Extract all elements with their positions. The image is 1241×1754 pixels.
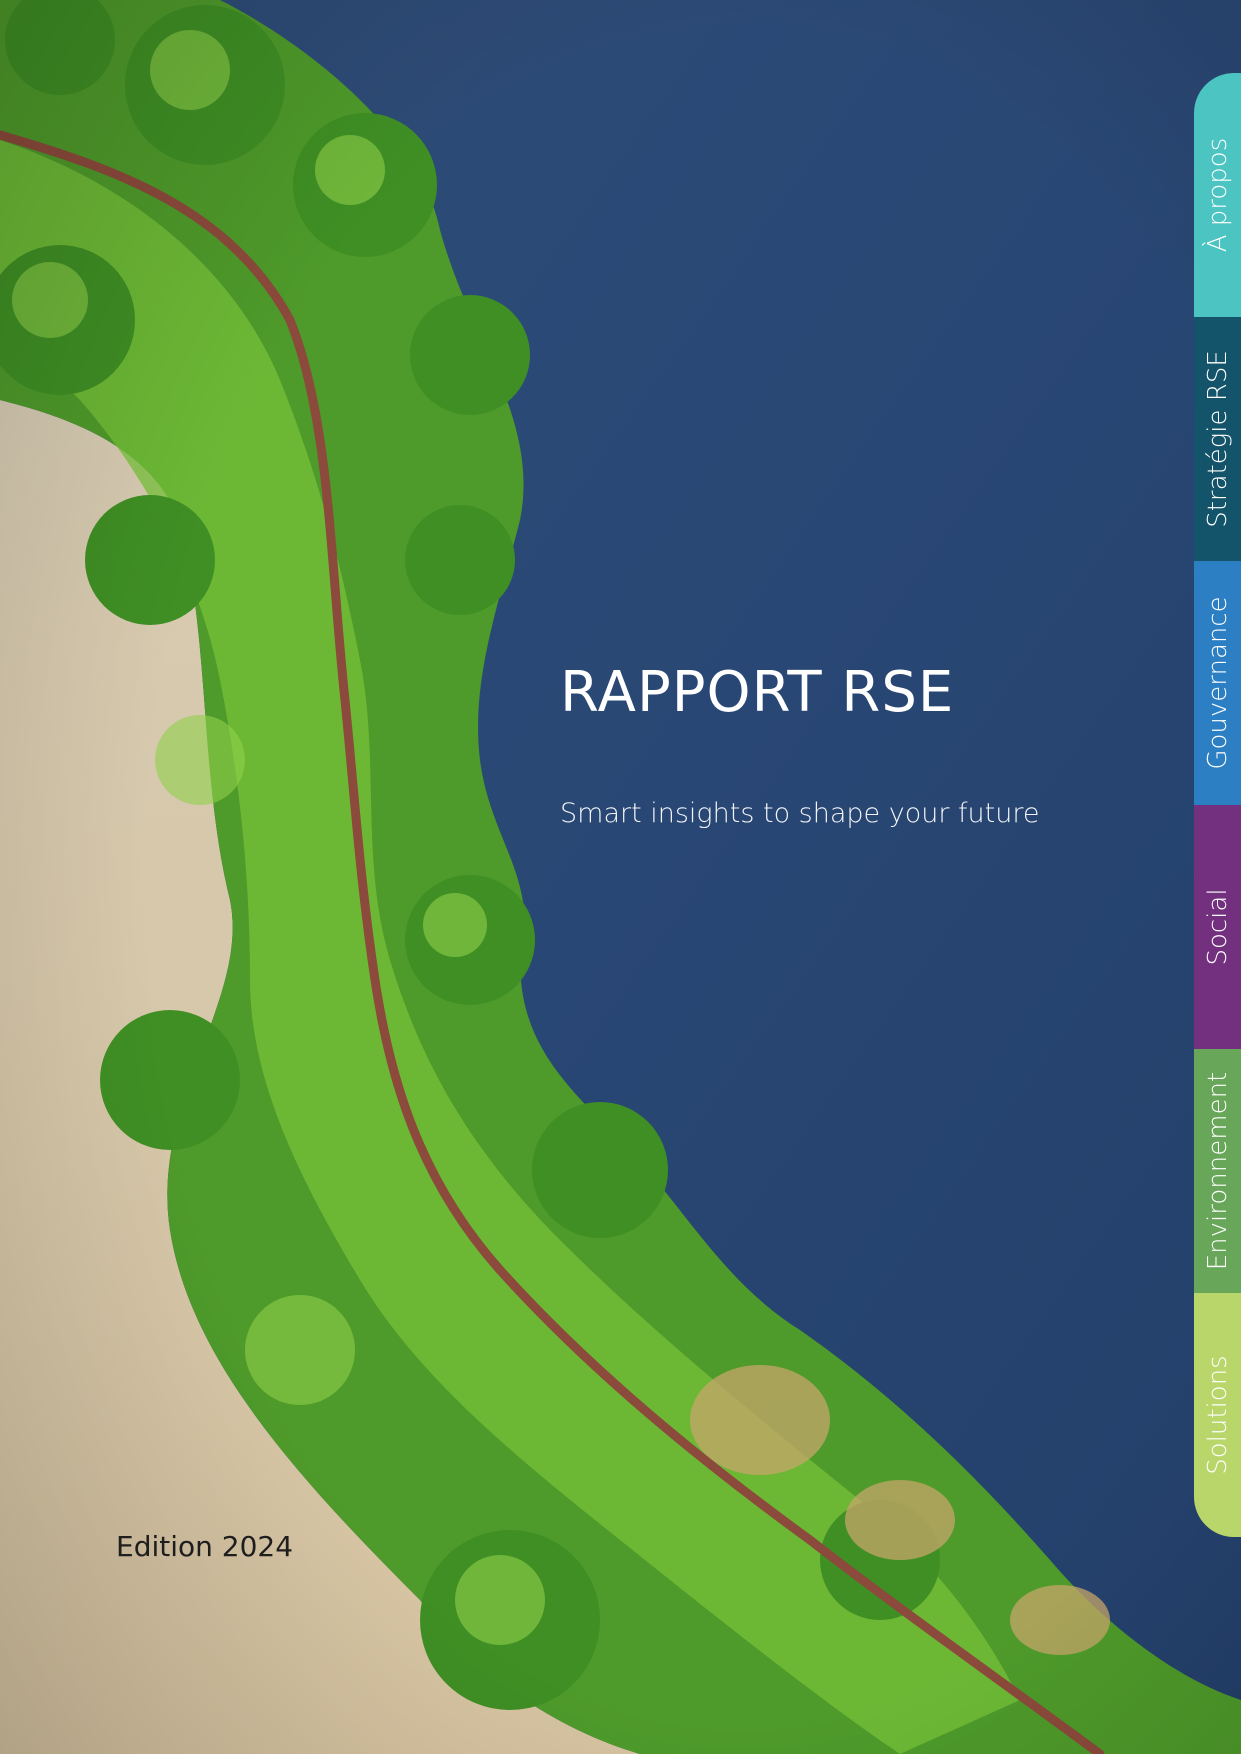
tab-environnement[interactable]: Environnement [1194, 1049, 1241, 1293]
tab-label: Stratégie RSE [1202, 350, 1233, 528]
tab-label: Social [1202, 888, 1233, 966]
tab-a-propos[interactable]: À propos [1194, 73, 1241, 317]
tab-strategie-rse[interactable]: Stratégie RSE [1194, 317, 1241, 561]
tab-social[interactable]: Social [1194, 805, 1241, 1049]
tab-solutions[interactable]: Solutions [1194, 1293, 1241, 1537]
tab-label: Solutions [1202, 1355, 1233, 1475]
edition-label: Edition 2024 [116, 1530, 294, 1563]
report-cover: RAPPORT RSE Smart insights to shape your… [0, 0, 1241, 1754]
report-subtitle: Smart insights to shape your future [560, 798, 1040, 829]
section-tab-bar: À propos Stratégie RSE Gouvernance Socia… [1194, 73, 1241, 1537]
tab-label: Gouvernance [1202, 596, 1233, 770]
tab-gouvernance[interactable]: Gouvernance [1194, 561, 1241, 805]
report-title: RAPPORT RSE [560, 660, 955, 725]
tab-label: Environnement [1202, 1071, 1233, 1271]
aerial-landscape-image [0, 0, 1241, 1754]
tab-label: À propos [1202, 137, 1233, 253]
